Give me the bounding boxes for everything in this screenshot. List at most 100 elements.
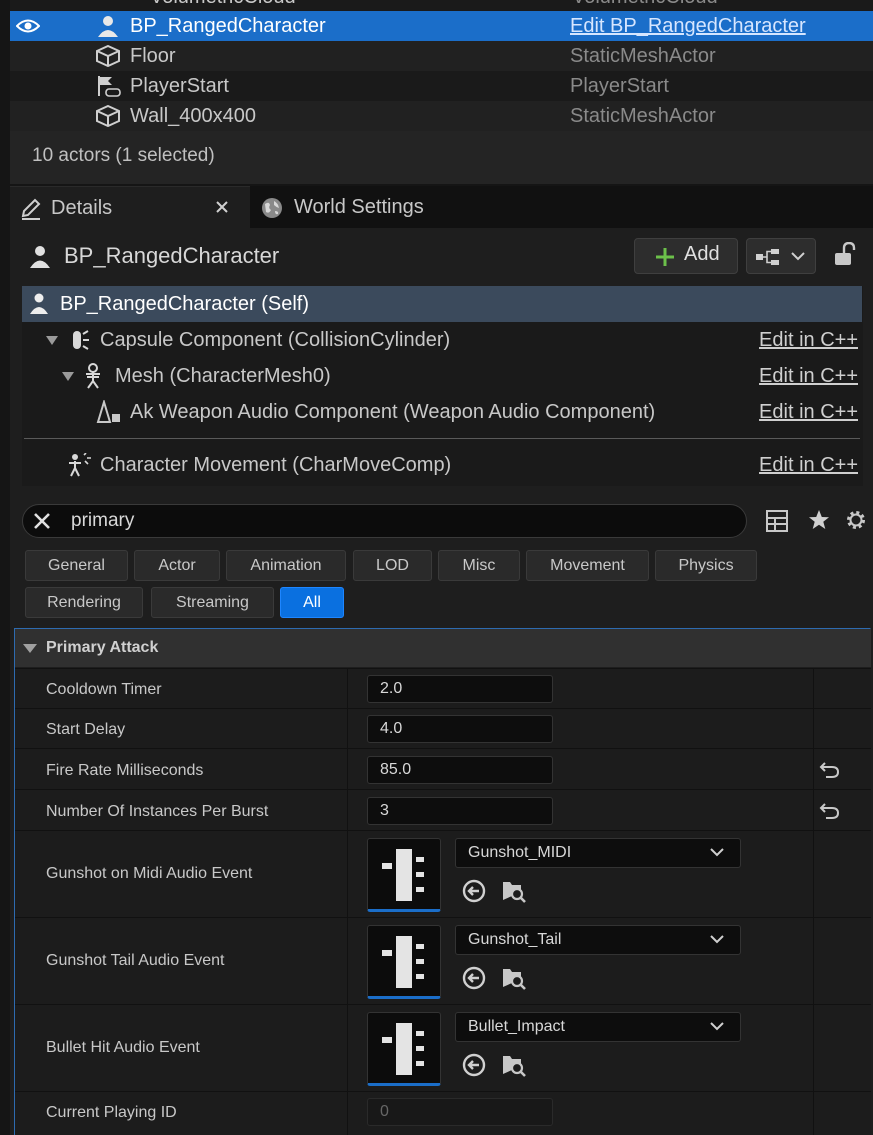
chevron-down-icon [710,847,724,857]
category-header[interactable]: Primary Attack [15,629,871,667]
filter-animation[interactable]: Animation [226,550,346,581]
clear-search-icon[interactable] [33,512,51,530]
property-row-start-delay: Start Delay [15,708,871,748]
audio-component-icon [94,400,122,424]
outliner-row-floor[interactable]: Floor StaticMeshActor [10,41,873,71]
component-label: Mesh (CharacterMesh0) [115,365,331,387]
plus-icon [655,247,675,267]
outliner-row-type: StaticMeshActor [570,45,716,67]
gear-icon[interactable] [844,508,868,532]
component-row-self[interactable]: BP_RangedCharacter (Self) [22,286,862,322]
property-row-gunshot-tail: Gunshot Tail Audio Event Gunshot_Tail [15,917,871,1004]
outliner-row-bp-rangedcharacter[interactable]: BP_RangedCharacter Edit BP_RangedCharact… [10,11,873,41]
outliner-row-name: PlayerStart [130,75,229,97]
edit-in-cpp-link[interactable]: Edit in C++ [759,394,858,430]
fire-rate-input[interactable] [367,756,553,784]
edit-in-cpp-link[interactable]: Edit in C++ [759,447,858,483]
use-selected-asset-icon[interactable] [461,1052,487,1078]
collapse-triangle-icon[interactable] [23,644,37,654]
outliner-row-name: Wall_400x400 [130,105,257,127]
filter-physics[interactable]: Physics [655,550,757,581]
filter-streaming[interactable]: Streaming [151,587,274,618]
static-mesh-icon [94,105,122,127]
character-icon [28,292,50,314]
cooldown-timer-input[interactable] [367,675,553,703]
actor-count-label: 10 actors (1 selected) [32,145,215,166]
use-selected-asset-icon[interactable] [461,878,487,904]
expand-triangle-icon[interactable] [46,336,58,346]
current-playing-id-field [367,1098,553,1126]
gunshot-midi-asset-picker[interactable]: Gunshot_MIDI [455,838,741,868]
category-primary-attack: Primary Attack Cooldown Timer Start Dela… [14,628,871,1135]
component-label: Capsule Component (CollisionCylinder) [100,329,451,351]
combo-value: Gunshot_MIDI [468,844,572,861]
filter-misc[interactable]: Misc [438,550,520,581]
pencil-icon [20,198,42,220]
details-panel: BP_RangedCharacter Add BP_RangedCharacte… [10,228,873,1135]
property-label: Number Of Instances Per Burst [46,803,269,820]
chevron-down-icon [710,934,724,944]
use-selected-asset-icon[interactable] [461,965,487,991]
reset-to-default-icon[interactable] [819,801,841,821]
gunshot-tail-asset-picker[interactable]: Gunshot_Tail [455,925,741,955]
details-search-box[interactable] [22,504,747,538]
edit-in-cpp-link[interactable]: Edit in C++ [759,358,858,394]
property-label: Current Playing ID [46,1104,177,1121]
asset-thumbnail[interactable] [367,1012,441,1086]
star-icon[interactable] [808,509,830,531]
browse-asset-icon[interactable] [501,965,527,991]
panel-tab-bar: Details World Settings [10,186,873,228]
tab-world-settings[interactable]: World Settings [260,186,460,228]
filter-actor[interactable]: Actor [134,550,220,581]
blueprint-options-button[interactable] [746,238,816,274]
asset-thumbnail[interactable] [367,925,441,999]
filter-all[interactable]: All [280,587,344,618]
search-input[interactable] [71,508,671,534]
outliner-row-type: StaticMeshActor [570,105,716,127]
combo-value: Bullet_Impact [468,1018,565,1035]
outliner-row-name: Floor [130,45,176,67]
bullet-hit-asset-picker[interactable]: Bullet_Impact [455,1012,741,1042]
table-view-icon[interactable] [766,510,788,532]
property-label: Gunshot Tail Audio Event [46,952,225,969]
browse-asset-icon[interactable] [501,878,527,904]
outliner-row-playerstart[interactable]: PlayerStart PlayerStart [10,71,873,101]
globe-icon [260,196,284,220]
component-label: Character Movement (CharMoveComp) [100,454,452,476]
ak-event-icon [382,1023,424,1075]
component-row-character-movement[interactable]: Character Movement (CharMoveComp) Edit i… [22,447,862,483]
outliner-row-name: BP_RangedCharacter [130,15,326,37]
add-component-button[interactable]: Add [634,238,738,274]
component-row-capsule[interactable]: Capsule Component (CollisionCylinder) Ed… [22,322,862,358]
property-label: Cooldown Timer [46,681,162,698]
movement-component-icon [66,453,92,477]
filter-lod[interactable]: LOD [353,550,432,581]
add-component-label: Add [684,243,720,265]
property-row-current-playing-id: Current Playing ID [15,1091,871,1135]
close-icon[interactable] [215,200,229,214]
ak-event-icon [382,936,424,988]
eye-icon[interactable] [16,17,40,35]
component-row-mesh[interactable]: Mesh (CharacterMesh0) Edit in C++ [22,358,862,394]
property-row-gunshot-midi: Gunshot on Midi Audio Event Gunshot_MIDI [15,830,871,917]
outliner-row-type-link[interactable]: Edit BP_RangedCharacter [570,11,806,41]
outliner-row-wall[interactable]: Wall_400x400 StaticMeshActor [10,101,873,131]
chevron-down-icon [791,251,805,261]
filter-rendering[interactable]: Rendering [25,587,143,618]
property-label: Fire Rate Milliseconds [46,762,204,779]
filter-general[interactable]: General [25,550,128,581]
component-row-ak-weapon-audio[interactable]: Ak Weapon Audio Component (Weapon Audio … [22,394,862,430]
reset-to-default-icon[interactable] [819,760,841,780]
character-icon [94,15,122,37]
start-delay-input[interactable] [367,715,553,743]
asset-thumbnail[interactable] [367,838,441,912]
edit-in-cpp-link[interactable]: Edit in C++ [759,322,858,358]
browse-asset-icon[interactable] [501,1052,527,1078]
filter-movement[interactable]: Movement [526,550,649,581]
lock-icon[interactable] [834,242,856,268]
expand-triangle-icon[interactable] [62,372,74,382]
capsule-collision-icon [66,328,90,352]
instances-per-burst-input[interactable] [367,797,553,825]
world-outliner: VolumetricCloud VolumetricCloud BP_Range… [10,0,873,184]
tab-details[interactable]: Details [10,186,250,228]
